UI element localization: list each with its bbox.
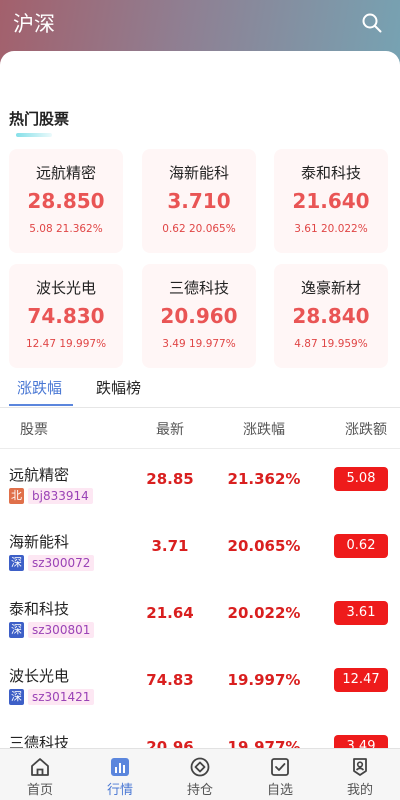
hot-stock-card[interactable]: 泰和科技 21.640 3.61 20.022% xyxy=(274,149,388,253)
hot-stock-card[interactable]: 海新能科 3.710 0.62 20.065% xyxy=(142,149,256,253)
change-percent: 21.362% xyxy=(227,470,301,488)
column-header-stock: 股票 xyxy=(20,422,48,438)
nav-label: 行情 xyxy=(106,783,133,798)
nav-label: 首页 xyxy=(26,783,53,798)
stock-name: 远航精密 xyxy=(9,466,70,484)
hot-stocks-title: 热门股票 xyxy=(9,110,70,128)
hot-stock-price: 28.850 xyxy=(27,189,105,213)
bottom-nav: 首页 行情 持仓 自选 我的 xyxy=(0,748,400,800)
change-amount: 3.49 xyxy=(334,735,388,748)
nav-label: 持仓 xyxy=(186,783,213,798)
stock-code: sz300801 xyxy=(28,622,95,638)
last-price: 3.71 xyxy=(151,537,189,555)
market-badge: 北 xyxy=(9,488,24,504)
stock-code: bj833914 xyxy=(28,488,93,504)
watchlist-icon xyxy=(271,758,289,776)
hot-stock-card[interactable]: 逸豪新材 28.840 4.87 19.959% xyxy=(274,264,388,368)
hot-stock-name: 海新能科 xyxy=(168,164,229,182)
home-icon xyxy=(31,758,49,776)
table-row[interactable]: 泰和科技 深 sz300801 21.64 20.022% 3.61 xyxy=(0,586,400,652)
change-percent: 19.997% xyxy=(227,671,301,689)
hot-stock-price: 21.640 xyxy=(292,189,370,213)
hot-stock-change: 3.49 19.977% xyxy=(162,338,236,350)
nav-profile[interactable]: 我的 xyxy=(320,749,400,800)
stock-name: 三德科技 xyxy=(9,734,70,748)
table-header-divider xyxy=(0,448,400,449)
stock-name: 波长光电 xyxy=(9,667,70,685)
hot-stock-price: 74.830 xyxy=(27,304,105,328)
change-percent: 19.977% xyxy=(227,738,301,748)
column-header-chg[interactable]: 涨跌额 xyxy=(345,419,387,439)
tabs-divider xyxy=(0,407,400,408)
market-chart-icon xyxy=(111,758,129,776)
stock-code: sz301421 xyxy=(28,689,95,705)
hot-stock-name: 三德科技 xyxy=(168,279,229,297)
hot-stock-change: 5.08 21.362% xyxy=(29,223,103,235)
nav-market[interactable]: 行情 xyxy=(80,749,160,800)
hot-stock-price: 3.710 xyxy=(167,189,231,213)
hot-stock-card[interactable]: 波长光电 74.830 12.47 19.997% xyxy=(9,264,123,368)
last-price: 20.96 xyxy=(146,738,194,748)
hot-stock-name: 逸豪新材 xyxy=(300,279,361,297)
change-percent: 20.022% xyxy=(227,604,301,622)
hot-stock-change: 4.87 19.959% xyxy=(294,338,368,350)
change-amount: 0.62 xyxy=(334,534,388,558)
change-percent: 20.065% xyxy=(227,537,301,555)
table-row[interactable]: 波长光电 深 sz301421 74.83 19.997% 12.47 xyxy=(0,653,400,719)
table-row[interactable]: 海新能科 深 sz300072 3.71 20.065% 0.62 xyxy=(0,519,400,585)
nav-label: 自选 xyxy=(266,783,293,798)
market-badge: 深 xyxy=(9,622,24,638)
column-header-last[interactable]: 最新 xyxy=(156,419,184,439)
stock-name: 海新能科 xyxy=(9,533,70,551)
hot-stock-name: 远航精密 xyxy=(35,164,96,182)
change-amount: 3.61 xyxy=(334,601,388,625)
nav-holdings[interactable]: 持仓 xyxy=(160,749,240,800)
tab-losers[interactable]: 跌幅榜 xyxy=(96,377,141,398)
column-header-pct[interactable]: 涨跌幅 xyxy=(243,419,285,439)
profile-icon xyxy=(353,758,367,776)
hot-stock-price: 28.840 xyxy=(292,304,370,328)
holdings-icon xyxy=(190,757,210,777)
nav-watchlist[interactable]: 自选 xyxy=(240,749,320,800)
hot-stock-change: 3.61 20.022% xyxy=(294,223,368,235)
market-badge: 深 xyxy=(9,689,24,705)
content-sheet: 热门股票 远航精密 28.850 5.08 21.362% 海新能科 3.710… xyxy=(0,51,400,748)
hot-stocks-underline xyxy=(16,133,52,137)
table-row[interactable]: 三德科技 深 20.96 19.977% 3.49 xyxy=(0,720,400,748)
page-title: 沪深 xyxy=(13,12,55,36)
hot-stock-name: 泰和科技 xyxy=(300,164,361,182)
last-price: 74.83 xyxy=(146,671,194,689)
active-tab-indicator xyxy=(9,404,73,406)
hot-stock-name: 波长光电 xyxy=(35,279,96,297)
change-amount: 5.08 xyxy=(334,467,388,491)
table-row[interactable]: 远航精密 北 bj833914 28.85 21.362% 5.08 xyxy=(0,452,400,518)
change-amount: 12.47 xyxy=(334,668,388,692)
hot-stock-card[interactable]: 三德科技 20.960 3.49 19.977% xyxy=(142,264,256,368)
last-price: 28.85 xyxy=(146,470,194,488)
stock-name: 泰和科技 xyxy=(9,600,70,618)
last-price: 21.64 xyxy=(146,604,194,622)
nav-label: 我的 xyxy=(346,783,373,798)
market-badge: 深 xyxy=(9,555,24,571)
hot-stock-card[interactable]: 远航精密 28.850 5.08 21.362% xyxy=(9,149,123,253)
search-icon[interactable] xyxy=(361,12,383,34)
nav-home[interactable]: 首页 xyxy=(0,749,80,800)
hot-stock-price: 20.960 xyxy=(160,304,238,328)
stock-code: sz300072 xyxy=(28,555,95,571)
hot-stock-change: 0.62 20.065% xyxy=(162,223,236,235)
tab-gainers[interactable]: 涨跌幅 xyxy=(17,377,62,398)
hot-stock-change: 12.47 19.997% xyxy=(25,338,107,350)
